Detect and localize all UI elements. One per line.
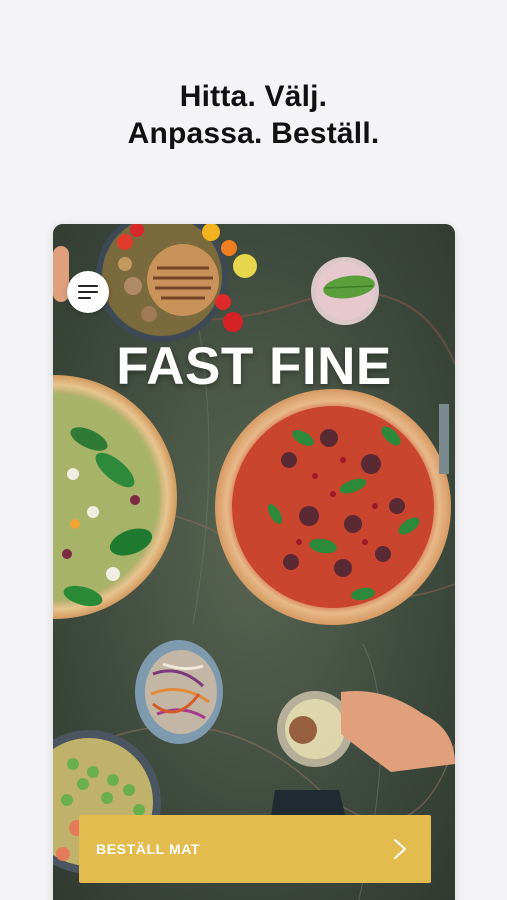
menu-button[interactable] xyxy=(67,271,109,313)
onboarding-screen: Hitta. Välj. Anpassa. Beställ. FAST FINE… xyxy=(0,0,507,900)
intro-headline-line1: Hitta. Välj. xyxy=(179,80,328,113)
brand-title: FAST FINE xyxy=(116,337,392,396)
hamburger-menu-icon xyxy=(78,285,98,299)
app-preview: FAST FINE BESTÄLL MAT xyxy=(53,224,455,900)
chevron-right-icon xyxy=(394,839,406,859)
intro-headline: Hitta. Välj. Anpassa. Beställ. xyxy=(0,78,507,152)
order-food-button[interactable]: BESTÄLL MAT xyxy=(79,815,431,883)
order-food-button-label: BESTÄLL MAT xyxy=(96,841,201,857)
food-photo xyxy=(53,224,455,900)
intro-headline-line2: Anpassa. Beställ. xyxy=(127,117,380,150)
